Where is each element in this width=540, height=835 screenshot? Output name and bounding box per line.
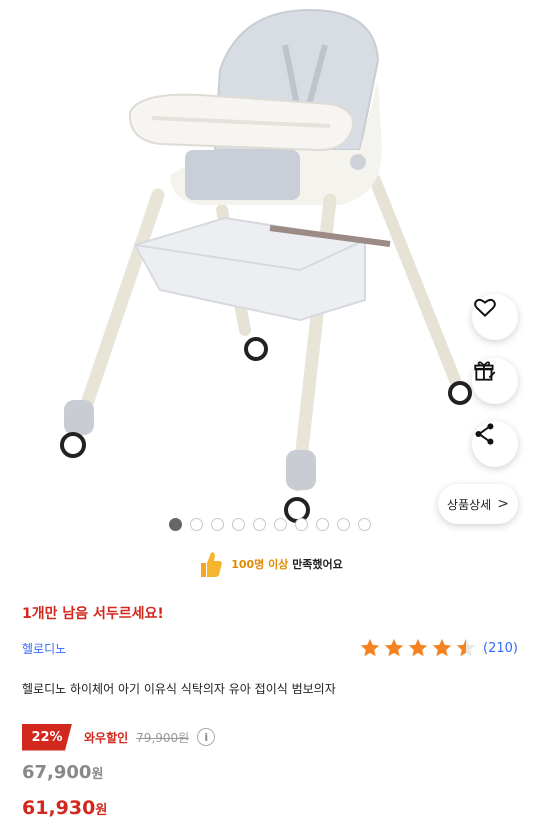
gift-icon (474, 361, 496, 381)
chevron-right-icon: > (497, 496, 509, 512)
discount-badge: 22% (22, 723, 72, 751)
sale-price: 67,900원 (22, 762, 103, 783)
carousel-dot[interactable] (169, 518, 182, 531)
brand-rating-row: 헬로디노 (210) (22, 636, 518, 660)
wow-discount-label: 와우할인 (84, 730, 129, 745)
wishlist-button[interactable] (472, 294, 518, 340)
info-icon[interactable]: i (197, 728, 216, 746)
sale-price-unit: 원 (91, 767, 104, 782)
satisfaction-text: 만족했어요 (292, 558, 343, 571)
review-count[interactable]: (210) (483, 641, 518, 656)
carousel-dot[interactable] (295, 518, 308, 531)
product-image[interactable]: 상품상세 > (0, 0, 540, 540)
product-detail-button[interactable]: 상품상세 > (438, 484, 518, 524)
original-price: 79,900원 (136, 730, 190, 745)
product-detail-label: 상품상세 (447, 497, 492, 512)
satisfaction-banner: 100명 이상 만족했어요 (0, 546, 540, 582)
carousel-dot[interactable] (211, 518, 224, 531)
gift-button[interactable] (472, 358, 518, 404)
carousel-dot[interactable] (274, 518, 287, 531)
satisfaction-count: 100명 이상 (231, 558, 289, 571)
star-icon (384, 638, 404, 657)
high-chair-illustration (60, 8, 472, 523)
sale-price-value: 67,900 (22, 762, 92, 783)
final-price-unit: 원 (95, 803, 108, 818)
carousel-dot[interactable] (190, 518, 203, 531)
carousel-dots (169, 518, 371, 531)
share-button[interactable] (472, 421, 518, 467)
carousel-dot[interactable] (316, 518, 329, 531)
final-price: 61,930원 (22, 797, 107, 819)
star-icon (408, 638, 428, 657)
star-icon (360, 638, 380, 657)
carousel-dot[interactable] (232, 518, 245, 531)
brand-link[interactable]: 헬로디노 (22, 640, 66, 657)
share-icon (475, 423, 494, 445)
star-icon (456, 638, 476, 657)
product-title: 헬로디노 하이체어 아기 이유식 식탁의자 유아 접이식 범보의자 (22, 682, 336, 696)
carousel-dot[interactable] (358, 518, 371, 531)
carousel-dot[interactable] (253, 518, 266, 531)
rating[interactable]: (210) (359, 637, 518, 659)
heart-icon (474, 298, 496, 317)
discount-row: 22% 와우할인 79,900원 i (22, 723, 216, 751)
thumbs-up-icon (201, 552, 222, 577)
stock-alert: 1개만 남음 서두르세요! (22, 606, 164, 622)
rating-stars (359, 637, 477, 659)
carousel-dot[interactable] (337, 518, 350, 531)
final-price-value: 61,930 (22, 797, 96, 819)
star-icon (432, 638, 452, 657)
